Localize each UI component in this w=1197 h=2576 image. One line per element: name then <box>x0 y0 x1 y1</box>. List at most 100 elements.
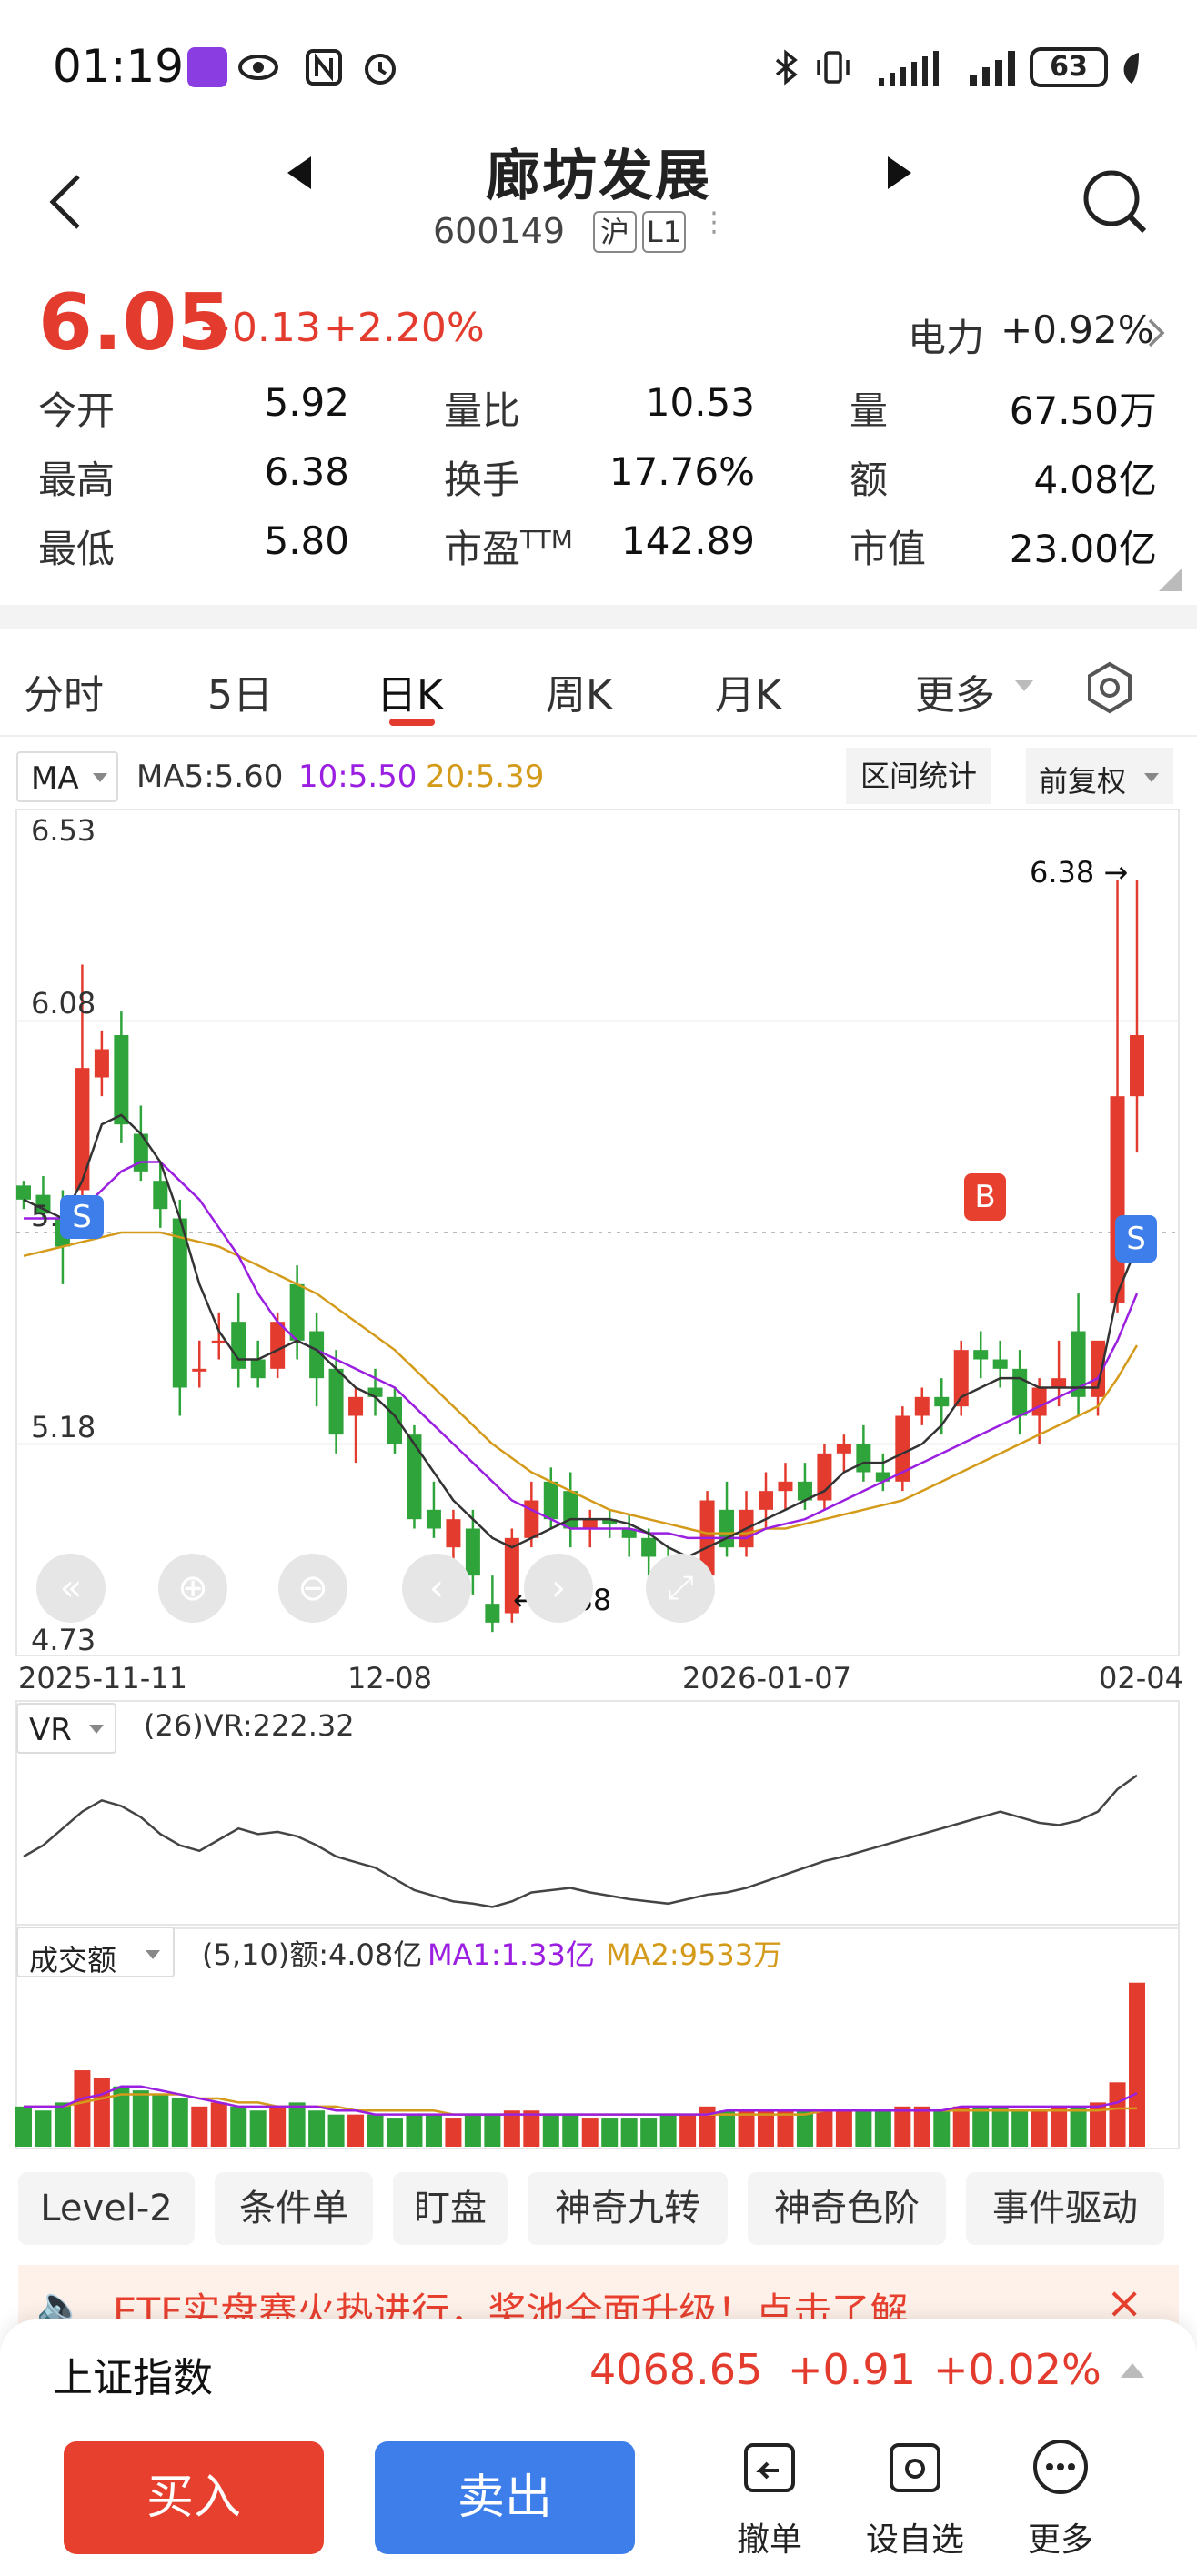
tool-magic-nine[interactable]: 神奇九转 <box>528 2172 728 2245</box>
tab-more[interactable]: 更多 <box>915 662 995 720</box>
next-stock-icon[interactable] <box>882 155 915 191</box>
candle-body <box>446 1519 461 1548</box>
tab-5day[interactable]: 5日 <box>207 662 273 720</box>
turnover-value: 17.76% <box>609 449 755 494</box>
candle-body <box>426 1509 441 1529</box>
sector-change[interactable]: +0.92% <box>1001 307 1154 352</box>
zoom-in-icon[interactable]: ⊕ <box>158 1554 227 1623</box>
tab-intraday[interactable]: 分时 <box>24 662 104 720</box>
vr-indicator-select[interactable]: VR <box>16 1703 116 1754</box>
candle-body <box>543 1481 558 1520</box>
amount-bar <box>1070 2106 1087 2147</box>
candle-body <box>856 1444 871 1473</box>
settings-hex-icon[interactable] <box>1082 660 1137 715</box>
eye-icon <box>238 55 278 80</box>
more-label: 更多 <box>1027 2521 1093 2559</box>
amount-bar <box>855 2110 872 2147</box>
level-tag: L1 <box>642 211 686 253</box>
buy-marker[interactable]: B <box>964 1173 1006 1221</box>
buy-button[interactable]: 买入 <box>64 2441 324 2554</box>
amount-value: 4.08亿 <box>1033 458 1157 502</box>
indicator-select[interactable]: MA <box>16 751 118 802</box>
vr-select-label: VR <box>29 1712 72 1748</box>
index-pct: +0.02% <box>933 2345 1101 2394</box>
volume-indicator-select[interactable]: 成交额 <box>16 1927 175 1977</box>
sell-button[interactable]: 卖出 <box>375 2441 635 2554</box>
candle-body <box>1071 1331 1086 1397</box>
tab-monthly-k[interactable]: 月K <box>715 662 781 720</box>
amount-bar <box>484 2114 501 2147</box>
amount-bar <box>796 2110 813 2147</box>
more-dots-icon[interactable]: ⋮ <box>700 209 728 236</box>
max-price-label: 6.38 <box>1030 855 1095 890</box>
candle-body <box>719 1509 735 1548</box>
range-stats-button[interactable]: 区间统计 <box>846 748 991 804</box>
amount-bar <box>1031 2110 1048 2147</box>
amount-bar <box>132 2090 149 2147</box>
candle-body <box>211 1340 226 1343</box>
leaf-icon <box>1123 53 1139 84</box>
candle-body <box>270 1322 286 1369</box>
tool-level2[interactable]: Level-2 <box>18 2172 195 2245</box>
bluetooth-icon <box>775 49 798 86</box>
amount-bar <box>503 2110 520 2147</box>
candle-body <box>914 1396 930 1416</box>
caret-up-icon[interactable] <box>1119 2360 1146 2380</box>
scroll-left-icon[interactable]: ‹ <box>402 1554 471 1623</box>
amount-ma2-legend: MA2:9533万 <box>606 1937 783 1972</box>
tool-magic-color[interactable]: 神奇色阶 <box>748 2172 946 2245</box>
amount-label: 额 <box>850 458 889 502</box>
amount-legend: (5,10)额:4.08亿 <box>202 1937 423 1972</box>
add-watchlist-icon <box>890 2443 940 2492</box>
chevron-right-icon[interactable] <box>1146 317 1168 349</box>
tool-watch[interactable]: 盯盘 <box>393 2172 508 2245</box>
adjust-select[interactable]: 前复权 <box>1026 748 1173 804</box>
x-label-3: 2026-01-07 <box>682 1661 851 1696</box>
high-value: 6.38 <box>264 449 349 494</box>
search-icon[interactable] <box>1079 166 1152 238</box>
amount-bar <box>1109 2082 1126 2147</box>
y-label-top: 6.53 <box>31 813 96 848</box>
fullscreen-icon[interactable]: ⤢ <box>646 1554 715 1623</box>
expand-corner-icon[interactable] <box>1159 568 1182 591</box>
amount-bar <box>15 2106 32 2147</box>
amount-bar <box>816 2110 833 2147</box>
tool-event-driven[interactable]: 事件驱动 <box>966 2172 1164 2245</box>
candle-body <box>992 1359 1008 1369</box>
amount-bar <box>972 2106 990 2147</box>
add-watchlist-action[interactable]: 设自选 <box>860 2438 970 2561</box>
amount-ma2-line <box>24 2093 1138 2116</box>
amount-bar <box>620 2118 638 2147</box>
market-cap-value: 23.00亿 <box>1009 527 1157 571</box>
amount-bar <box>933 2110 951 2147</box>
amount-ma1-line <box>24 2085 1138 2116</box>
amount-bar <box>425 2114 442 2147</box>
more-action[interactable]: 更多 <box>1006 2438 1115 2561</box>
candle-body <box>1012 1368 1028 1416</box>
amount-bar <box>952 2106 970 2147</box>
zoom-out-icon[interactable]: ⊖ <box>278 1554 347 1623</box>
scroll-right-icon[interactable]: › <box>524 1554 593 1623</box>
amount-bar <box>210 2102 227 2147</box>
pe-value: 142.89 <box>621 518 755 563</box>
tab-daily-k[interactable]: 日K <box>377 662 443 720</box>
candle-body <box>836 1444 851 1454</box>
index-name[interactable]: 上证指数 <box>53 2345 213 2403</box>
amount-bar <box>601 2118 619 2147</box>
sell-marker-right[interactable]: S <box>1115 1215 1157 1263</box>
caret-down-icon[interactable] <box>1013 679 1035 693</box>
amount-bar <box>738 2110 755 2147</box>
cancel-order-action[interactable]: 撤单 <box>715 2438 824 2561</box>
tool-conditional-order[interactable]: 条件单 <box>215 2172 373 2245</box>
exchange-tag: 沪 <box>593 211 637 253</box>
low-label: 最低 <box>38 527 116 571</box>
amount-bar <box>35 2110 52 2147</box>
amount-bar <box>542 2114 559 2147</box>
amount-bar <box>894 2106 911 2147</box>
tab-weekly-k[interactable]: 周K <box>546 662 612 720</box>
sell-marker-left[interactable]: S <box>60 1195 104 1239</box>
candle-body <box>817 1453 832 1501</box>
sector-label[interactable]: 电力 <box>908 307 984 363</box>
rewind-icon[interactable]: « <box>36 1554 106 1623</box>
candle-body <box>250 1359 266 1379</box>
